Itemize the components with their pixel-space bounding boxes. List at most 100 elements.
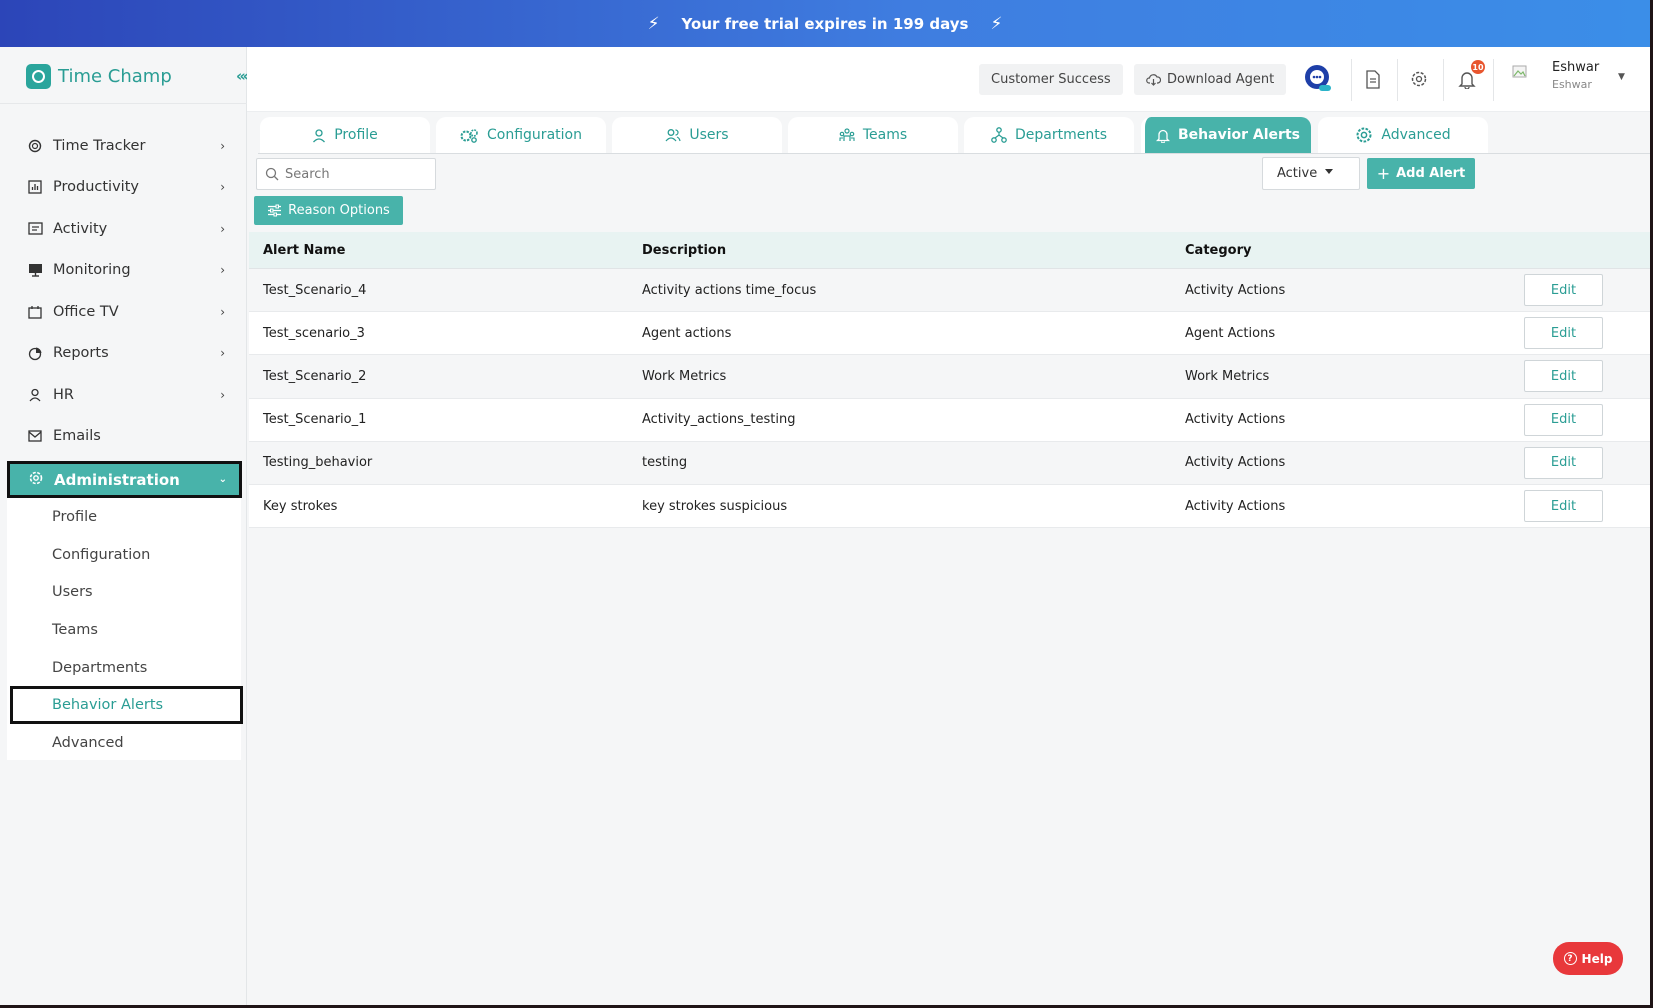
alert-name-cell: Testing_behavior bbox=[263, 455, 373, 471]
tab-departments[interactable]: Departments bbox=[964, 117, 1134, 153]
caret-down-icon bbox=[1325, 169, 1333, 174]
chevron-right-icon: › bbox=[220, 263, 225, 278]
sidebar-item-monitoring[interactable]: Monitoring › bbox=[0, 250, 247, 292]
pie-chart-icon bbox=[27, 345, 43, 361]
help-button[interactable]: ? Help bbox=[1553, 942, 1623, 975]
divider bbox=[1493, 59, 1494, 101]
administration-submenu: Profile Configuration Users Teams Depart… bbox=[7, 498, 243, 762]
question-icon: ? bbox=[1563, 952, 1577, 965]
admin-tabs: Profile Configuration Users Teams Depart… bbox=[258, 117, 1650, 154]
tab-behavior-alerts[interactable]: Behavior Alerts bbox=[1141, 117, 1311, 153]
notification-count-badge: 10 bbox=[1471, 60, 1485, 74]
description-cell: key strokes suspicious bbox=[642, 498, 788, 514]
category-cell: Work Metrics bbox=[1185, 368, 1270, 384]
chatbot-icon[interactable] bbox=[1303, 63, 1333, 93]
submenu-item-departments[interactable]: Departments bbox=[7, 649, 241, 687]
description-cell: Work Metrics bbox=[642, 368, 727, 384]
sidebar-item-label: Office TV bbox=[53, 303, 119, 320]
edit-button[interactable]: Edit bbox=[1524, 403, 1603, 436]
download-agent-button[interactable]: Download Agent bbox=[1134, 64, 1287, 95]
chevron-right-icon: › bbox=[220, 138, 225, 153]
submenu-item-advanced[interactable]: Advanced bbox=[7, 724, 241, 762]
chevron-right-icon: › bbox=[220, 304, 225, 319]
tab-advanced[interactable]: Advanced bbox=[1318, 117, 1488, 153]
add-alert-label: Add Alert bbox=[1396, 166, 1466, 181]
alert-name-cell: Test_scenario_3 bbox=[263, 325, 365, 341]
sidebar-menu: Time Tracker › Productivity › Activity ›… bbox=[0, 125, 247, 457]
cloud-download-icon bbox=[1146, 73, 1161, 86]
submenu-item-configuration[interactable]: Configuration bbox=[7, 536, 241, 574]
tab-users[interactable]: Users bbox=[612, 117, 782, 153]
plus-icon: + bbox=[1376, 164, 1391, 183]
sidebar-item-productivity[interactable]: Productivity › bbox=[0, 167, 247, 209]
app-logo[interactable]: Time Champ bbox=[26, 64, 172, 89]
bar-chart-icon bbox=[27, 179, 43, 195]
submenu-item-profile[interactable]: Profile bbox=[7, 498, 241, 536]
app-frame: ⚡ Your free trial expires in 199 days ⚡ … bbox=[0, 0, 1650, 1005]
status-filter-select[interactable]: Active bbox=[1262, 157, 1360, 190]
alert-name-cell: Key strokes bbox=[263, 498, 338, 514]
tab-label: Advanced bbox=[1381, 127, 1451, 143]
column-header-category: Category bbox=[1185, 242, 1252, 258]
reason-options-button[interactable]: Reason Options bbox=[254, 196, 403, 225]
tab-profile[interactable]: Profile bbox=[260, 117, 430, 153]
chevron-right-icon: › bbox=[220, 387, 225, 402]
mail-icon bbox=[27, 428, 43, 444]
column-header-alert-name: Alert Name bbox=[263, 242, 346, 258]
hierarchy-icon bbox=[991, 127, 1007, 143]
edit-button[interactable]: Edit bbox=[1524, 360, 1603, 393]
sidebar-item-reports[interactable]: Reports › bbox=[0, 333, 247, 375]
divider bbox=[1443, 59, 1444, 101]
table-header: Alert Name Description Category bbox=[249, 232, 1650, 269]
alert-name-cell: Test_Scenario_1 bbox=[263, 412, 367, 428]
search-input[interactable]: Search bbox=[256, 158, 436, 190]
user-name[interactable]: Eshwar bbox=[1552, 60, 1599, 75]
sidebar-item-activity[interactable]: Activity › bbox=[0, 208, 247, 250]
edit-button[interactable]: Edit bbox=[1524, 274, 1603, 307]
table-row: Key strokes key strokes suspicious Activ… bbox=[249, 484, 1650, 529]
divider bbox=[1351, 59, 1352, 101]
edit-button[interactable]: Edit bbox=[1524, 490, 1603, 523]
sidebar-item-administration[interactable]: Administration ⌄ bbox=[7, 461, 242, 498]
edit-button[interactable]: Edit bbox=[1524, 446, 1603, 479]
table-row: Test_Scenario_1 Activity_actions_testing… bbox=[249, 398, 1650, 442]
alert-name-cell: Test_Scenario_2 bbox=[263, 368, 367, 384]
status-filter-value: Active bbox=[1277, 166, 1318, 181]
customer-success-button[interactable]: Customer Success bbox=[979, 64, 1123, 95]
submenu-item-behavior-alerts[interactable]: Behavior Alerts bbox=[10, 686, 243, 725]
bell-icon bbox=[1156, 128, 1171, 143]
chevron-down-icon[interactable]: ▼ bbox=[1618, 72, 1625, 82]
monitor-icon bbox=[27, 262, 43, 278]
top-header: Customer Success Download Agent 10 Eshwa… bbox=[247, 47, 1650, 112]
tab-label: Profile bbox=[334, 127, 378, 143]
collapse-sidebar-icon[interactable]: «‹ bbox=[236, 67, 249, 85]
divider bbox=[0, 103, 247, 104]
avatar[interactable] bbox=[1512, 64, 1528, 80]
trial-banner: ⚡ Your free trial expires in 199 days ⚡ bbox=[0, 0, 1650, 47]
add-alert-button[interactable]: + Add Alert bbox=[1367, 158, 1475, 189]
settings-icon[interactable] bbox=[1407, 67, 1431, 91]
submenu-item-teams[interactable]: Teams bbox=[7, 611, 241, 649]
sidebar-item-time-tracker[interactable]: Time Tracker › bbox=[0, 125, 247, 167]
document-icon[interactable] bbox=[1361, 67, 1385, 91]
help-label: Help bbox=[1581, 951, 1613, 966]
sidebar-item-emails[interactable]: Emails bbox=[0, 416, 247, 458]
advanced-settings-icon bbox=[1355, 126, 1373, 144]
description-cell: Activity_actions_testing bbox=[642, 412, 796, 428]
table-row: Test_Scenario_4 Activity actions time_fo… bbox=[249, 269, 1650, 313]
sidebar-item-hr[interactable]: HR › bbox=[0, 374, 247, 416]
tab-label: Configuration bbox=[487, 127, 582, 143]
logo-icon bbox=[26, 64, 51, 89]
table-body: Test_Scenario_4 Activity actions time_fo… bbox=[249, 269, 1650, 529]
sidebar-item-label: Activity bbox=[53, 220, 108, 237]
user-subtitle: Eshwar bbox=[1552, 78, 1592, 91]
column-header-description: Description bbox=[642, 242, 727, 258]
tab-configuration[interactable]: Configuration bbox=[436, 117, 606, 153]
lightning-icon: ⚡ bbox=[990, 13, 1003, 34]
table-row: Test_Scenario_2 Work Metrics Work Metric… bbox=[249, 355, 1650, 399]
submenu-item-users[interactable]: Users bbox=[7, 573, 241, 611]
table-row: Test_scenario_3 Agent actions Agent Acti… bbox=[249, 312, 1650, 356]
tab-teams[interactable]: Teams bbox=[788, 117, 958, 153]
edit-button[interactable]: Edit bbox=[1524, 317, 1603, 350]
sidebar-item-office-tv[interactable]: Office TV › bbox=[0, 291, 247, 333]
